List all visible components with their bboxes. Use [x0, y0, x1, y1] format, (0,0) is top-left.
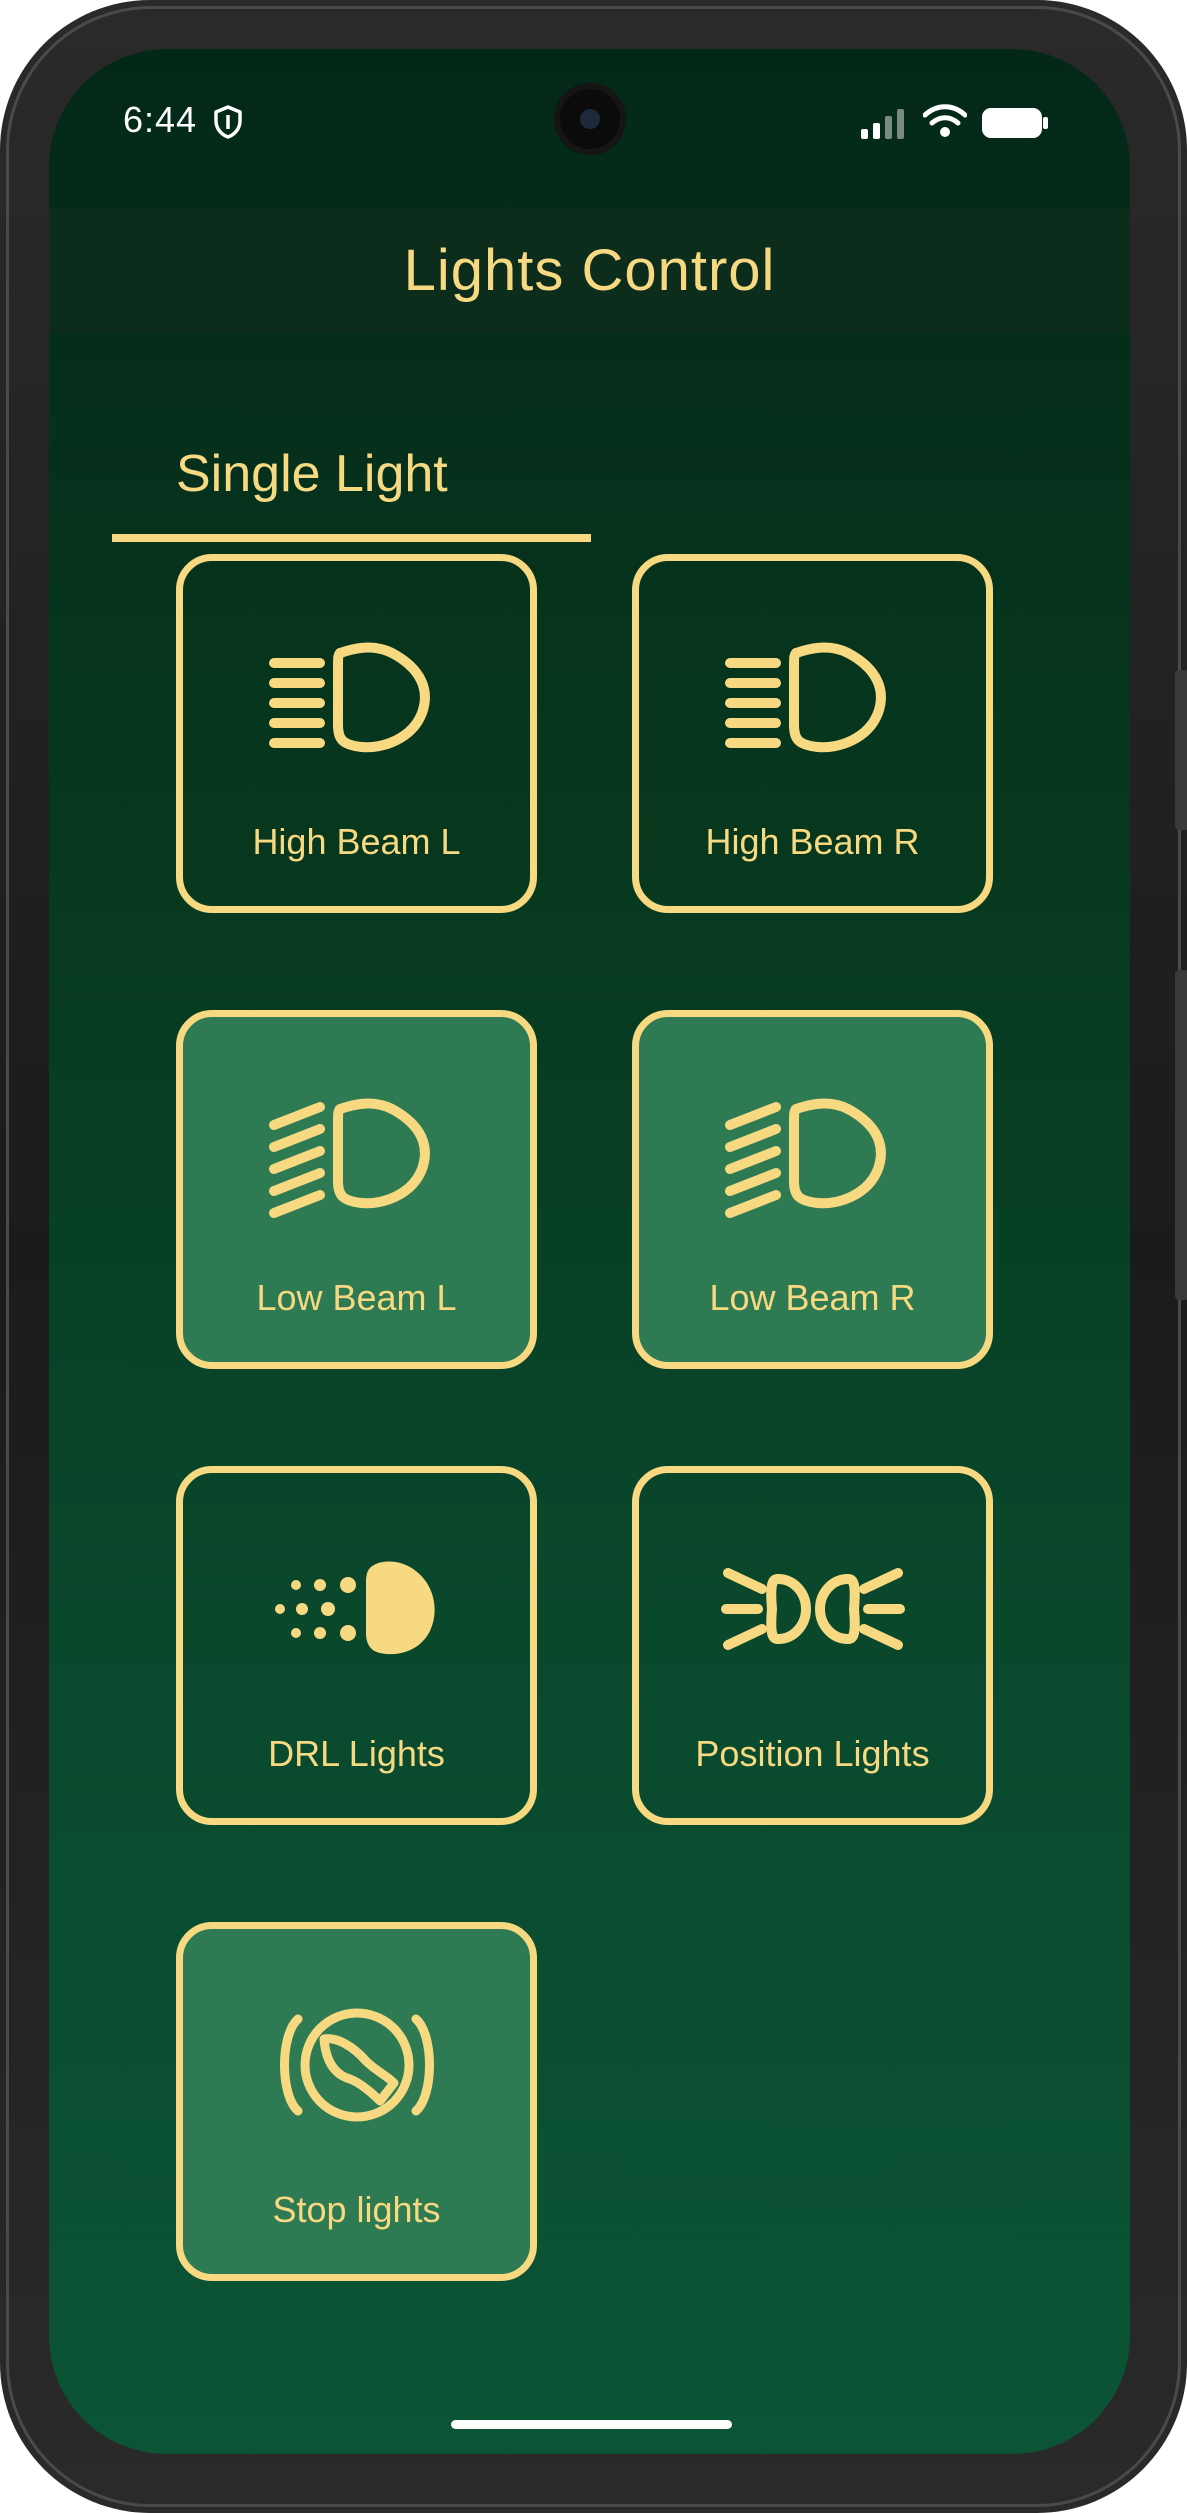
- tile-label: High Beam R: [705, 821, 920, 862]
- screen: 6:44 Lights Control Single Light High Be…: [49, 49, 1130, 2454]
- position-lights-icon: [720, 1568, 905, 1650]
- tile-label: Low Beam R: [709, 1277, 916, 1318]
- shield-icon: [214, 105, 242, 139]
- app-bar: Lights Control: [49, 208, 1130, 334]
- low-beam-icon: [724, 1098, 886, 1218]
- phone-frame: 6:44 Lights Control Single Light High Be…: [0, 0, 1187, 2513]
- page-title: Lights Control: [403, 238, 776, 303]
- high-beam-icon: [724, 642, 886, 753]
- status-bar: 6:44: [49, 49, 1130, 209]
- tile-label: Low Beam L: [256, 1277, 457, 1318]
- tile-label: DRL Lights: [268, 1733, 445, 1774]
- tile-label: High Beam L: [252, 821, 461, 862]
- low-beam-icon: [268, 1098, 430, 1218]
- tab-indicator: [112, 534, 591, 542]
- tile-low-beam-l[interactable]: Low Beam L: [176, 1010, 537, 1369]
- tab-single-light[interactable]: Single Light: [112, 409, 591, 542]
- power-button: [1175, 970, 1187, 1300]
- tile-label: Stop lights: [272, 2189, 441, 2230]
- tile-stop-lights[interactable]: Stop lights: [176, 1922, 537, 2281]
- tile-low-beam-r[interactable]: Low Beam R: [632, 1010, 993, 1369]
- tile-high-beam-r[interactable]: High Beam R: [632, 554, 993, 913]
- volume-button: [1175, 670, 1187, 830]
- wifi-icon: [923, 104, 967, 137]
- stop-lights-icon: [279, 2008, 434, 2122]
- status-time: 6:44: [123, 99, 198, 140]
- home-indicator[interactable]: [451, 2420, 732, 2429]
- front-camera: [554, 83, 626, 155]
- high-beam-icon: [268, 642, 430, 753]
- tile-position-lights[interactable]: Position Lights: [632, 1466, 993, 1825]
- signal-icon: [861, 109, 904, 139]
- drl-icon: [274, 1561, 435, 1655]
- tile-high-beam-l[interactable]: High Beam L: [176, 554, 537, 913]
- tile-label: Position Lights: [695, 1733, 930, 1774]
- tab-label: Single Light: [176, 445, 448, 503]
- battery-icon: [982, 108, 1048, 138]
- tile-drl-lights[interactable]: DRL Lights: [176, 1466, 537, 1825]
